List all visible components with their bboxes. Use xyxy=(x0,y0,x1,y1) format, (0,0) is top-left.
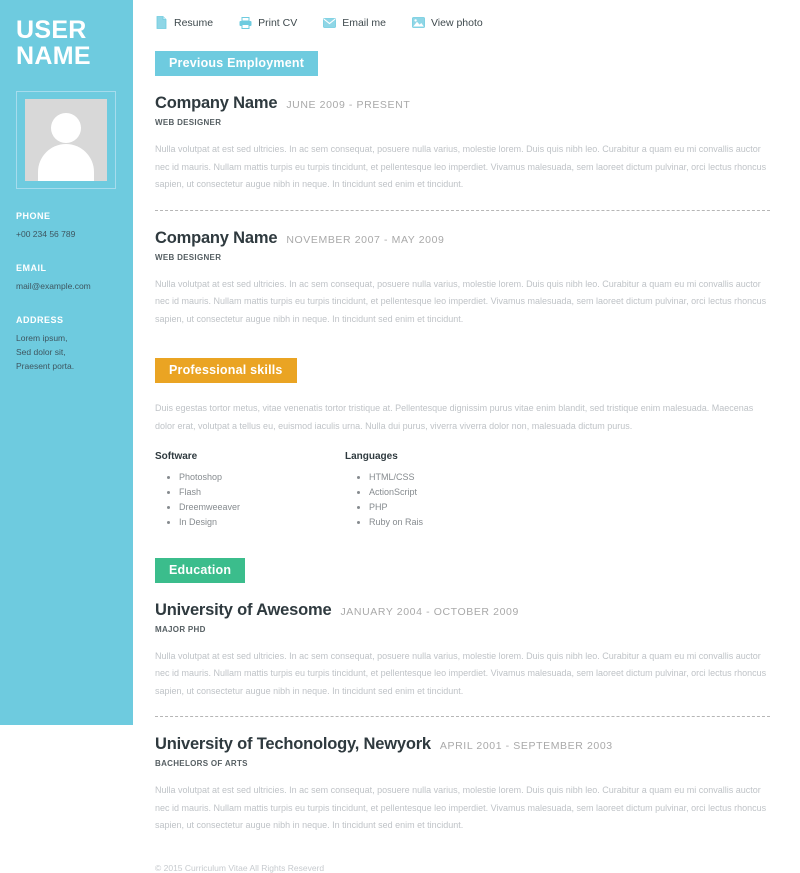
education-entry-2-headline: University of Techonology, Newyork APRIL… xyxy=(155,735,770,754)
skills-list-software: Photoshop Flash Dreemweeaver In Design xyxy=(155,470,345,529)
employment-entry-1-company: Company Name xyxy=(155,94,278,112)
list-item: Ruby on Rais xyxy=(369,515,535,530)
profile-photo-frame[interactable] xyxy=(16,91,116,189)
toolbar-item-email-me-label: Email me xyxy=(342,16,386,29)
list-item: HTML/CSS xyxy=(369,470,535,485)
skills-column-software: Software Photoshop Flash Dreemweeaver In… xyxy=(155,451,345,529)
avatar-head-shape xyxy=(51,113,81,143)
list-item: Flash xyxy=(179,485,345,500)
employment-entry-2-dates: NOVEMBER 2007 - MAY 2009 xyxy=(286,233,445,246)
education-divider xyxy=(155,716,770,718)
list-item: ActionScript xyxy=(369,485,535,500)
user-name-line1: USER xyxy=(16,16,87,44)
toolbar-item-print-cv[interactable]: Print CV xyxy=(239,16,297,29)
employment-entry-1-dates: JUNE 2009 - PRESENT xyxy=(286,99,411,111)
list-item: Dreemweeaver xyxy=(179,500,345,515)
employment-entry-2-role: WEB DESIGNER xyxy=(155,252,222,262)
contact-address: ADDRESS Lorem ipsum, Sed dolor sit, Prae… xyxy=(0,315,133,373)
education-entry-1-degree: MAJOR PHD xyxy=(155,624,206,634)
education-entry-1-body: Nulla volutpat at est sed ultricies. In … xyxy=(155,650,767,696)
toolbar-item-view-photo[interactable]: View photo xyxy=(412,16,483,29)
contact-email: EMAIL mail@example.com xyxy=(0,263,133,293)
user-name-line2: NAME xyxy=(16,42,91,70)
employment-divider xyxy=(155,209,770,211)
contact-email-value[interactable]: mail@example.com xyxy=(16,279,123,293)
skills-column-languages: Languages HTML/CSS ActionScript PHP Ruby… xyxy=(345,451,535,529)
education-entry-1: University of Awesome JANUARY 2004 - OCT… xyxy=(155,601,770,701)
envelope-icon xyxy=(323,16,337,29)
section-employment-title: Previous Employment xyxy=(155,51,319,76)
employment-entry-1-headline: Company Name JUNE 2009 - PRESENT xyxy=(155,94,770,113)
avatar-placeholder-icon xyxy=(25,99,107,181)
avatar-body-shape xyxy=(38,144,94,181)
list-item: Photoshop xyxy=(179,470,345,485)
image-icon xyxy=(412,16,425,29)
document-icon xyxy=(155,16,168,29)
cv-page: USER NAME PHONE +00 234 56 789 EMAIL mai… xyxy=(0,0,800,873)
education-entry-1-headline: University of Awesome JANUARY 2004 - OCT… xyxy=(155,601,770,620)
section-skills-title: Professional skills xyxy=(155,358,297,384)
education-entry-2-degree: BACHELORS OF ARTS xyxy=(155,759,248,769)
section-skills: Professional skills xyxy=(155,358,770,384)
list-item: PHP xyxy=(369,500,535,515)
employment-entry-2-headline: Company Name NOVEMBER 2007 - MAY 2009 xyxy=(155,229,770,248)
employment-entry-2-company: Company Name xyxy=(155,228,278,247)
printer-icon xyxy=(239,16,252,29)
education-entry-2-school: University of Techonology, Newyork xyxy=(155,735,431,754)
skills-list-languages: HTML/CSS ActionScript PHP Ruby on Rais xyxy=(345,470,535,529)
employment-entry-1-body: Nulla volutpat at est sed ultricies. In … xyxy=(155,144,767,190)
toolbar-item-email-me[interactable]: Email me xyxy=(323,16,386,29)
skills-column-languages-title: Languages xyxy=(345,451,398,463)
main-content: Resume Print CV Email me View photo Prev… xyxy=(133,0,800,873)
contact-phone-label: PHONE xyxy=(16,211,51,221)
user-name: USER NAME xyxy=(0,0,133,69)
section-education-title: Education xyxy=(155,557,246,583)
education-entry-1-school: University of Awesome xyxy=(155,600,332,619)
sidebar: USER NAME PHONE +00 234 56 789 EMAIL mai… xyxy=(0,0,133,725)
footer-copyright: © 2015 Curriculum Vitae All Rights Resev… xyxy=(155,863,325,873)
toolbar-item-print-cv-label: Print CV xyxy=(258,16,298,29)
toolbar-item-resume-label: Resume xyxy=(174,16,214,29)
contact-phone: PHONE +00 234 56 789 xyxy=(0,211,133,241)
education-entry-1-dates: JANUARY 2004 - OCTOBER 2009 xyxy=(340,605,519,618)
toolbar: Resume Print CV Email me View photo xyxy=(143,0,770,29)
employment-entry-1-role: WEB DESIGNER xyxy=(155,118,222,127)
contact-phone-value[interactable]: +00 234 56 789 xyxy=(16,227,123,241)
employment-entry-2: Company Name NOVEMBER 2007 - MAY 2009 WE… xyxy=(155,229,770,329)
section-education: Education xyxy=(155,557,770,583)
contact-address-line1: Lorem ipsum, xyxy=(16,333,68,344)
section-employment: Previous Employment xyxy=(155,51,770,76)
contact-address-line2: Sed dolor sit, xyxy=(16,347,66,358)
list-item: In Design xyxy=(179,515,345,530)
education-entry-2-body: Nulla volutpat at est sed ultricies. In … xyxy=(155,785,767,831)
contact-address-line3: Praesent porta. xyxy=(16,361,75,372)
employment-entry-1: Company Name JUNE 2009 - PRESENT WEB DES… xyxy=(155,94,770,194)
toolbar-item-view-photo-label: View photo xyxy=(430,16,483,29)
toolbar-item-resume[interactable]: Resume xyxy=(155,16,213,29)
skills-intro-text: Duis egestas tortor metus, vitae venenat… xyxy=(155,403,754,431)
education-entry-2-dates: APRIL 2001 - SEPTEMBER 2003 xyxy=(439,740,613,753)
skills-columns: Software Photoshop Flash Dreemweeaver In… xyxy=(155,451,770,529)
contact-email-label: EMAIL xyxy=(16,263,47,274)
skills-column-software-title: Software xyxy=(155,451,198,463)
contact-address-label: ADDRESS xyxy=(16,315,64,326)
education-entry-2: University of Techonology, Newyork APRIL… xyxy=(155,735,770,835)
employment-entry-2-body: Nulla volutpat at est sed ultricies. In … xyxy=(155,278,767,324)
